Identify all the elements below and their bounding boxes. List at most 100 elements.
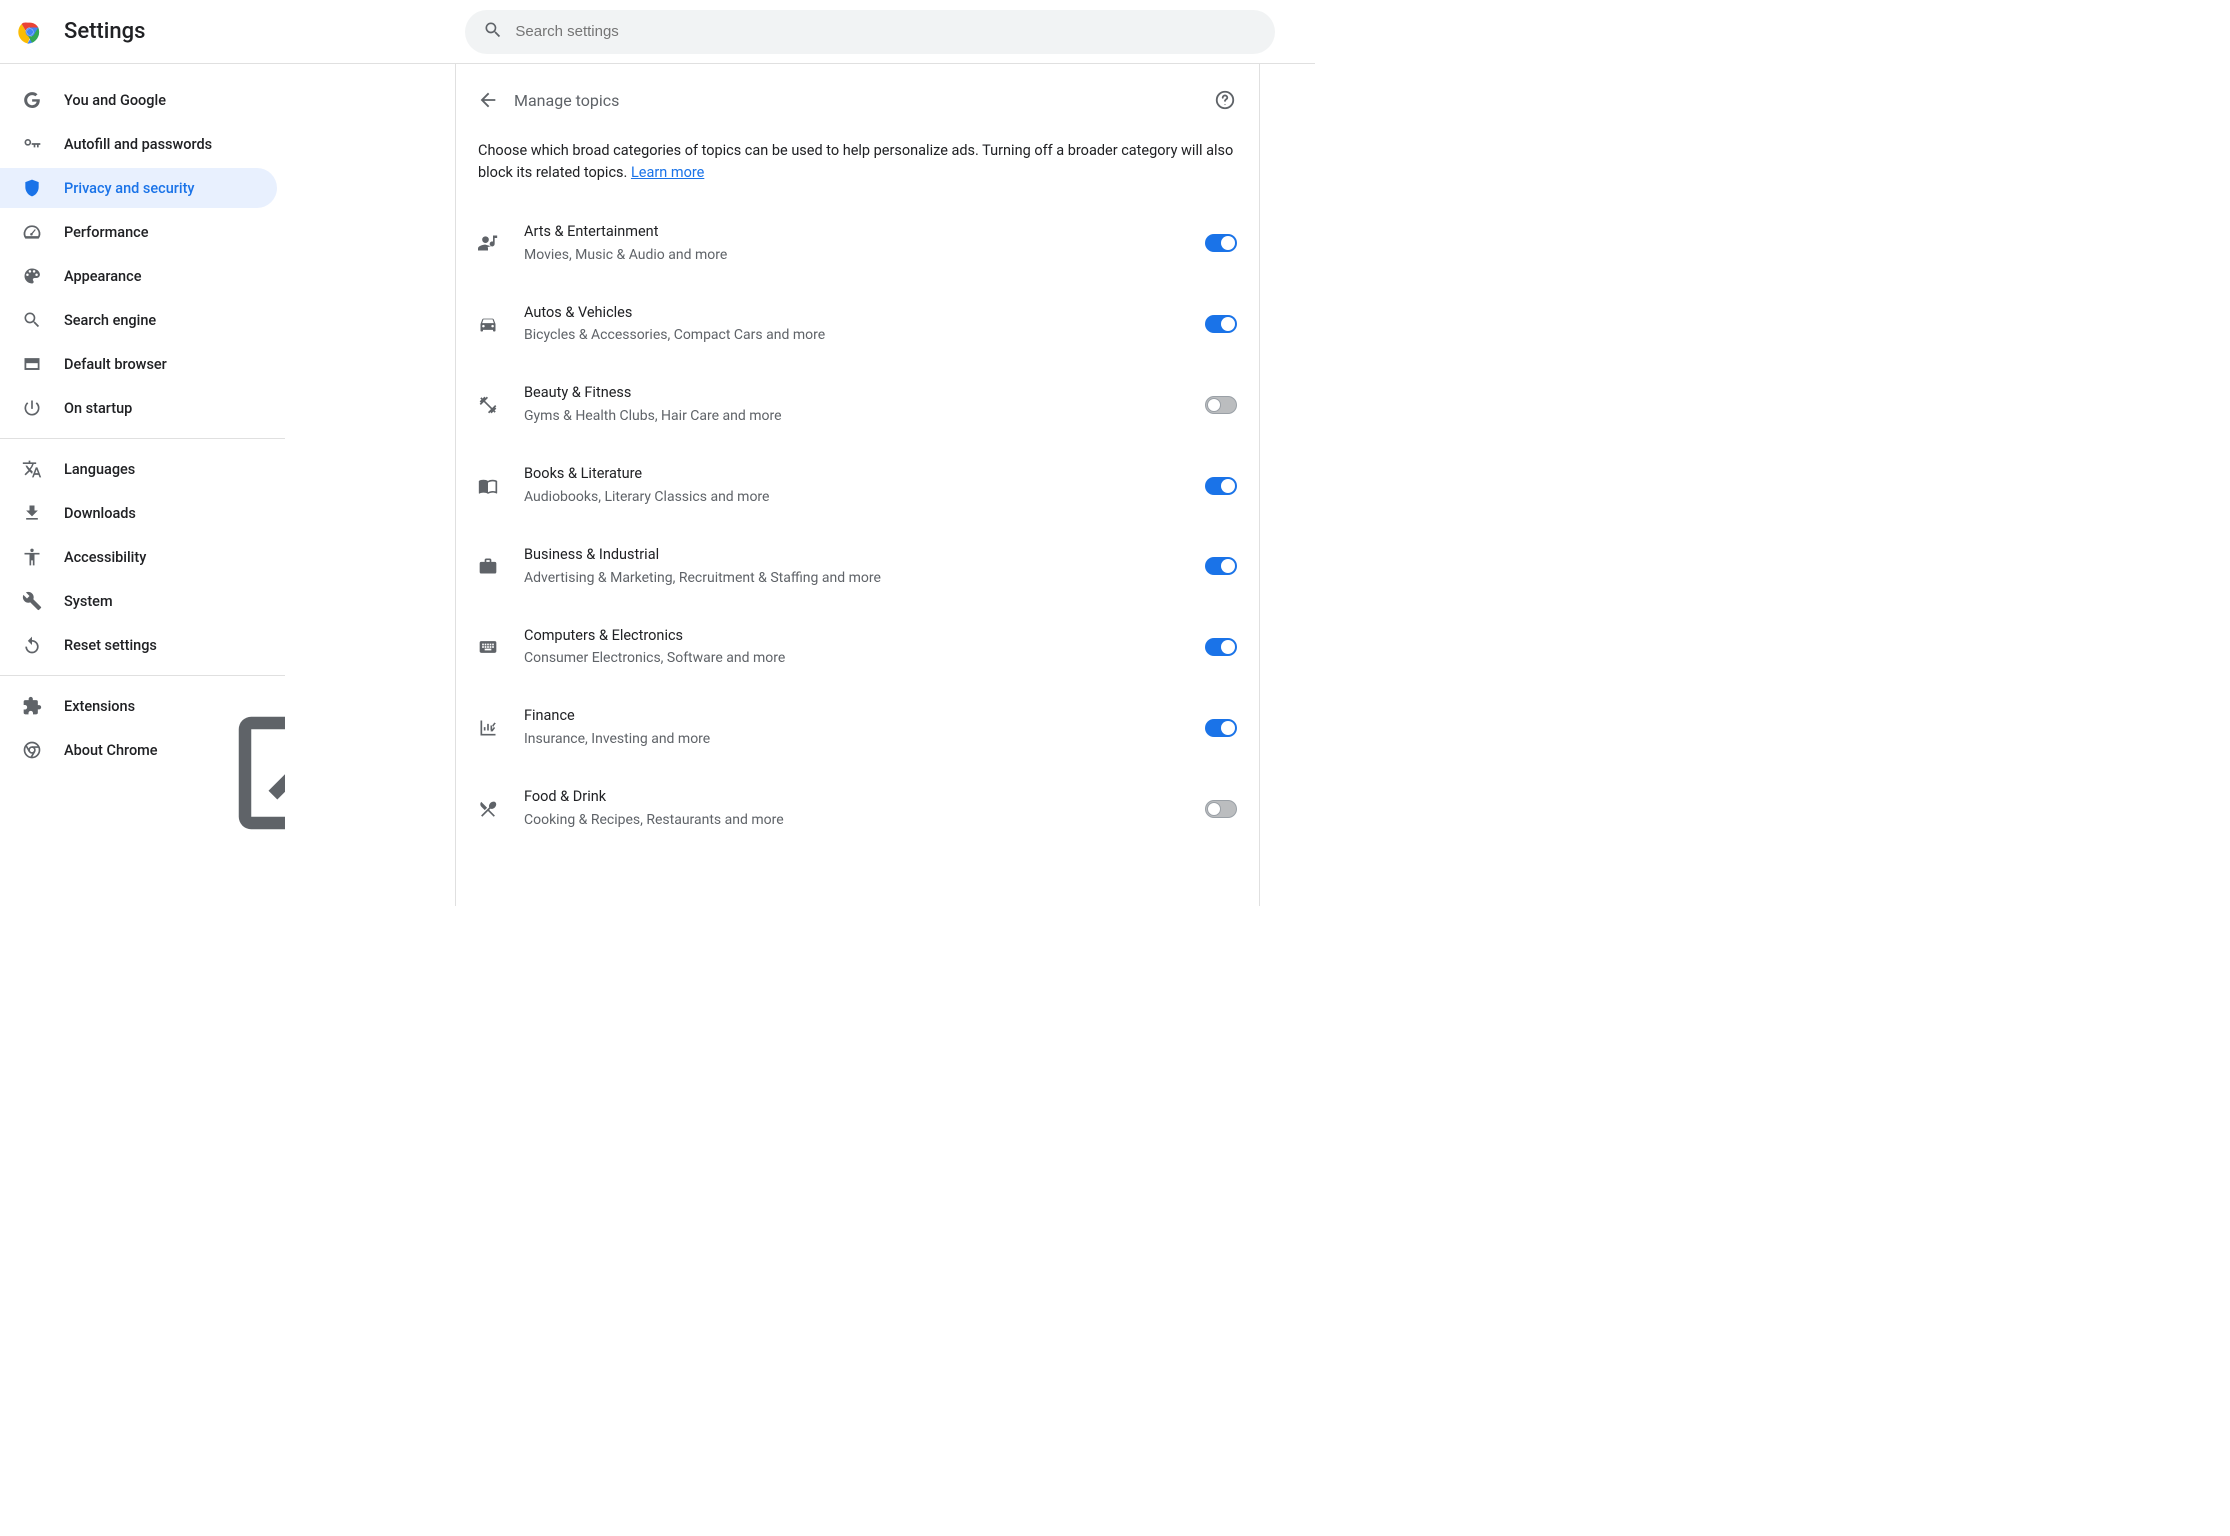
topic-text: Beauty & FitnessGyms & Health Clubs, Hai… xyxy=(524,382,1205,427)
topic-text: Arts & EntertainmentMovies, Music & Audi… xyxy=(524,221,1205,266)
topic-title: Finance xyxy=(524,705,1205,727)
topic-subtitle: Advertising & Marketing, Recruitment & S… xyxy=(524,568,1205,589)
book-icon xyxy=(478,476,498,496)
palette-icon xyxy=(22,266,42,286)
sidebar-item-label: You and Google xyxy=(64,92,166,109)
sidebar-item-label: Accessibility xyxy=(64,549,146,566)
topic-text: FinanceInsurance, Investing and more xyxy=(524,705,1205,750)
sidebar-item-downloads[interactable]: Downloads xyxy=(0,493,277,533)
fitness-icon xyxy=(478,395,498,415)
food-icon xyxy=(478,799,498,819)
sidebar-divider xyxy=(0,675,285,676)
intro-body: Choose which broad categories of topics … xyxy=(478,142,1233,181)
sidebar-item-label: Search engine xyxy=(64,312,156,329)
sidebar-item-label: About Chrome xyxy=(64,742,158,759)
topic-title: Food & Drink xyxy=(524,786,1205,808)
topic-subtitle: Movies, Music & Audio and more xyxy=(524,245,1205,266)
sidebar-item-label: System xyxy=(64,593,113,610)
topic-row: Books & LiteratureAudiobooks, Literary C… xyxy=(456,445,1259,526)
sidebar-item-label: Autofill and passwords xyxy=(64,136,212,153)
topic-toggle[interactable] xyxy=(1205,557,1237,575)
topic-text: Food & DrinkCooking & Recipes, Restauran… xyxy=(524,786,1205,831)
topic-toggle[interactable] xyxy=(1205,638,1237,656)
extension-icon xyxy=(22,696,42,716)
topic-toggle[interactable] xyxy=(1205,800,1237,818)
sidebar-item-accessibility[interactable]: Accessibility xyxy=(0,537,277,577)
sidebar-item-label: Default browser xyxy=(64,356,167,373)
sidebar-item-label: Downloads xyxy=(64,505,136,522)
topic-subtitle: Audiobooks, Literary Classics and more xyxy=(524,487,1205,508)
topic-title: Beauty & Fitness xyxy=(524,382,1205,404)
topic-row: FinanceInsurance, Investing and more xyxy=(456,687,1259,768)
sidebar-item-default-browser[interactable]: Default browser xyxy=(0,344,277,384)
topic-toggle[interactable] xyxy=(1205,234,1237,252)
key-icon xyxy=(22,134,42,154)
topic-title: Computers & Electronics xyxy=(524,625,1205,647)
sidebar-item-label: Extensions xyxy=(64,698,135,715)
topic-row: Business & IndustrialAdvertising & Marke… xyxy=(456,526,1259,607)
sidebar-item-extensions[interactable]: Extensions xyxy=(0,686,277,726)
sidebar-item-autofill[interactable]: Autofill and passwords xyxy=(0,124,277,164)
sidebar-item-reset[interactable]: Reset settings xyxy=(0,625,277,665)
topic-title: Books & Literature xyxy=(524,463,1205,485)
topic-subtitle: Gyms & Health Clubs, Hair Care and more xyxy=(524,406,1205,427)
topic-subtitle: Insurance, Investing and more xyxy=(524,729,1205,750)
topic-text: Autos & VehiclesBicycles & Accessories, … xyxy=(524,302,1205,347)
reset-icon xyxy=(22,635,42,655)
person-music-icon xyxy=(478,233,498,253)
topic-row: Autos & VehiclesBicycles & Accessories, … xyxy=(456,284,1259,365)
search-icon xyxy=(483,20,515,44)
content-area: Manage topics Choose which broad categor… xyxy=(285,64,1315,906)
topic-toggle[interactable] xyxy=(1205,719,1237,737)
topic-toggle[interactable] xyxy=(1205,315,1237,333)
accessibility-icon xyxy=(22,547,42,567)
topic-text: Books & LiteratureAudiobooks, Literary C… xyxy=(524,463,1205,508)
topic-row: Arts & EntertainmentMovies, Music & Audi… xyxy=(456,203,1259,284)
keyboard-icon xyxy=(478,637,498,657)
shield-icon xyxy=(22,178,42,198)
sidebar-item-system[interactable]: System xyxy=(0,581,277,621)
topic-toggle[interactable] xyxy=(1205,396,1237,414)
sidebar-item-label: Reset settings xyxy=(64,637,157,654)
topic-toggle[interactable] xyxy=(1205,477,1237,495)
topic-row: Beauty & FitnessGyms & Health Clubs, Hai… xyxy=(456,364,1259,445)
topic-subtitle: Cooking & Recipes, Restaurants and more xyxy=(524,810,1205,831)
topic-subtitle: Consumer Electronics, Software and more xyxy=(524,648,1205,669)
download-icon xyxy=(22,503,42,523)
panel-title: Manage topics xyxy=(514,91,1211,110)
learn-more-link[interactable]: Learn more xyxy=(631,164,704,181)
sidebar-item-label: Performance xyxy=(64,224,149,241)
sidebar-item-appearance[interactable]: Appearance xyxy=(0,256,277,296)
topic-row: Food & DrinkCooking & Recipes, Restauran… xyxy=(456,768,1259,849)
sidebar: You and Google Autofill and passwords Priv… xyxy=(0,64,285,906)
topic-subtitle: Bicycles & Accessories, Compact Cars and… xyxy=(524,325,1205,346)
translate-icon xyxy=(22,459,42,479)
sidebar-item-performance[interactable]: Performance xyxy=(0,212,277,252)
search-input[interactable] xyxy=(515,23,1257,40)
page-title: Settings xyxy=(64,19,145,44)
briefcase-icon xyxy=(478,556,498,576)
search-box[interactable] xyxy=(465,10,1275,54)
topic-text: Business & IndustrialAdvertising & Marke… xyxy=(524,544,1205,589)
sidebar-item-label: Privacy and security xyxy=(64,180,195,197)
sidebar-item-on-startup[interactable]: On startup xyxy=(0,388,277,428)
sidebar-item-languages[interactable]: Languages xyxy=(0,449,277,489)
sidebar-item-privacy[interactable]: Privacy and security xyxy=(0,168,277,208)
wrench-icon xyxy=(22,591,42,611)
topic-title: Business & Industrial xyxy=(524,544,1205,566)
browser-icon xyxy=(22,354,42,374)
power-icon xyxy=(22,398,42,418)
sidebar-item-search-engine[interactable]: Search engine xyxy=(0,300,277,340)
topic-text: Computers & ElectronicsConsumer Electron… xyxy=(524,625,1205,670)
back-button[interactable] xyxy=(470,82,506,118)
sidebar-divider xyxy=(0,438,285,439)
sidebar-item-label: On startup xyxy=(64,400,132,417)
car-icon xyxy=(478,314,498,334)
chart-icon xyxy=(478,718,498,738)
sidebar-item-label: Appearance xyxy=(64,268,141,285)
external-link-icon xyxy=(145,698,161,714)
app-header: Settings xyxy=(0,0,1315,64)
help-button[interactable] xyxy=(1211,86,1239,114)
speedometer-icon xyxy=(22,222,42,242)
sidebar-item-you-and-google[interactable]: You and Google xyxy=(0,80,277,120)
